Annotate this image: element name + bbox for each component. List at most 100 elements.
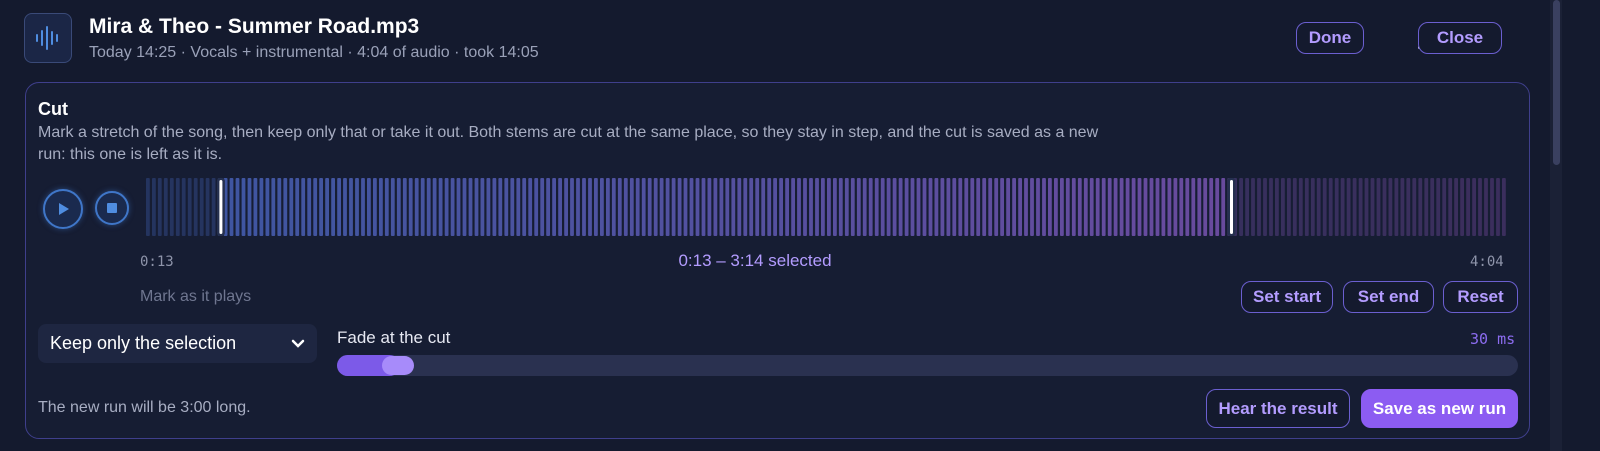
reset-button[interactable]: Reset bbox=[1443, 281, 1518, 313]
waveform-bar bbox=[152, 178, 156, 236]
waveform-bar bbox=[755, 178, 760, 236]
waveform-bar bbox=[456, 178, 461, 236]
waveform-bar bbox=[1113, 178, 1118, 236]
selection-end-line bbox=[1230, 180, 1233, 234]
file-title: Mira & Theo - Summer Road.mp3 bbox=[89, 15, 420, 38]
waveform-bar bbox=[958, 178, 963, 236]
waveform-bar bbox=[1065, 178, 1070, 236]
waveform-bar bbox=[504, 178, 509, 236]
waveform-bar bbox=[1119, 178, 1124, 236]
stop-button[interactable] bbox=[95, 191, 129, 225]
waveform-bar bbox=[815, 178, 819, 236]
waveform-bar bbox=[450, 178, 455, 236]
waveform-bar bbox=[1287, 178, 1291, 236]
waveform-bar bbox=[683, 178, 688, 236]
waveform-bar bbox=[570, 178, 574, 236]
waveform-bar bbox=[576, 178, 580, 236]
waveform-bar bbox=[1460, 178, 1464, 236]
waveform-bar bbox=[468, 178, 473, 236]
hear-result-button[interactable]: Hear the result bbox=[1206, 389, 1350, 428]
waveform-bar bbox=[803, 178, 807, 236]
waveform-bar bbox=[438, 178, 443, 236]
waveform-bar bbox=[367, 178, 371, 236]
waveform-bar bbox=[247, 178, 252, 236]
waveform-bar bbox=[1191, 178, 1196, 236]
waveform-bar bbox=[970, 178, 975, 236]
waveform-bar bbox=[1221, 178, 1226, 236]
waveform-bar bbox=[1340, 178, 1345, 236]
waveform-bar bbox=[408, 178, 413, 236]
waveform-bar bbox=[1346, 178, 1351, 236]
waveform-bar bbox=[606, 178, 610, 236]
waveform-bar bbox=[838, 178, 843, 236]
waveform-bar bbox=[988, 178, 993, 236]
waveform-bar bbox=[1466, 178, 1470, 236]
chevron-down-icon bbox=[291, 339, 305, 348]
set-start-button[interactable]: Set start bbox=[1241, 281, 1333, 313]
waveform-bar bbox=[635, 178, 640, 236]
close-button[interactable]: Close bbox=[1418, 22, 1502, 54]
waveform-bar bbox=[1257, 178, 1261, 236]
waveform-bar bbox=[582, 178, 586, 236]
selection-range: 0:13 – 3:14 selected bbox=[678, 251, 832, 270]
waveform-bar bbox=[719, 178, 724, 236]
waveform-bar bbox=[169, 178, 174, 236]
waveform-bar bbox=[1454, 178, 1458, 236]
done-button[interactable]: Done bbox=[1296, 22, 1364, 54]
cut-mode-select[interactable]: Keep only the selection bbox=[38, 324, 317, 363]
set-end-button[interactable]: Set end bbox=[1343, 281, 1434, 313]
waveform-bar bbox=[558, 178, 562, 236]
waveform-bar bbox=[1143, 178, 1148, 236]
waveform-bar bbox=[659, 178, 664, 236]
waveform-bar bbox=[952, 178, 957, 236]
waveform-bar bbox=[731, 178, 736, 236]
waveform-bar bbox=[319, 178, 323, 236]
waveform-bar bbox=[1436, 178, 1441, 236]
waveform-bar bbox=[904, 178, 909, 236]
waveform-bar bbox=[701, 178, 706, 236]
waveform[interactable] bbox=[146, 178, 1508, 236]
save-as-new-run-button[interactable]: Save as new run bbox=[1361, 389, 1518, 428]
waveform-bar bbox=[1281, 178, 1285, 236]
waveform-bar bbox=[946, 178, 951, 236]
waveform-bar bbox=[486, 178, 491, 236]
waveform-bar bbox=[1083, 178, 1088, 236]
waveform-bar bbox=[689, 178, 694, 236]
fade-slider-thumb[interactable] bbox=[382, 356, 415, 375]
waveform-bar bbox=[1490, 178, 1494, 236]
time-end: 4:04 bbox=[1470, 254, 1504, 270]
waveform-bar bbox=[1251, 178, 1255, 236]
waveform-bar bbox=[355, 178, 359, 236]
waveform-bar bbox=[898, 178, 903, 236]
waveform-bar bbox=[1042, 178, 1046, 236]
waveform-bar bbox=[480, 178, 485, 236]
fade-slider[interactable] bbox=[337, 355, 1518, 376]
waveform-bar bbox=[1448, 178, 1453, 236]
scrollbar-thumb[interactable] bbox=[1553, 0, 1560, 165]
waveform-bar bbox=[1054, 178, 1058, 236]
waveform-bar bbox=[994, 178, 999, 236]
waveform-bar bbox=[695, 178, 700, 236]
waveform-bar bbox=[611, 178, 616, 236]
waveform-bar bbox=[205, 178, 210, 236]
waveform-bar bbox=[474, 178, 479, 236]
waveform-bar bbox=[1304, 178, 1309, 236]
waveform-bar bbox=[373, 178, 377, 236]
waveform-bar bbox=[1496, 178, 1500, 236]
waveform-bar bbox=[1012, 178, 1016, 236]
waveform-bar bbox=[396, 178, 401, 236]
waveform-bar bbox=[647, 178, 652, 236]
waveform-bar bbox=[833, 178, 837, 236]
waveform-bar bbox=[1215, 178, 1220, 236]
waveform-bar bbox=[241, 178, 246, 236]
waveform-bar bbox=[1442, 178, 1447, 236]
waveform-bar bbox=[1364, 178, 1369, 236]
waveform-bar bbox=[737, 178, 742, 236]
waveform-bar bbox=[1472, 178, 1476, 236]
play-button[interactable] bbox=[43, 189, 83, 229]
fade-value: 30 ms bbox=[1470, 330, 1516, 348]
play-icon bbox=[59, 203, 69, 215]
new-run-duration: The new run will be 3:00 long. bbox=[38, 399, 251, 416]
waveform-bar bbox=[229, 178, 234, 236]
waveform-bar bbox=[1418, 178, 1423, 236]
